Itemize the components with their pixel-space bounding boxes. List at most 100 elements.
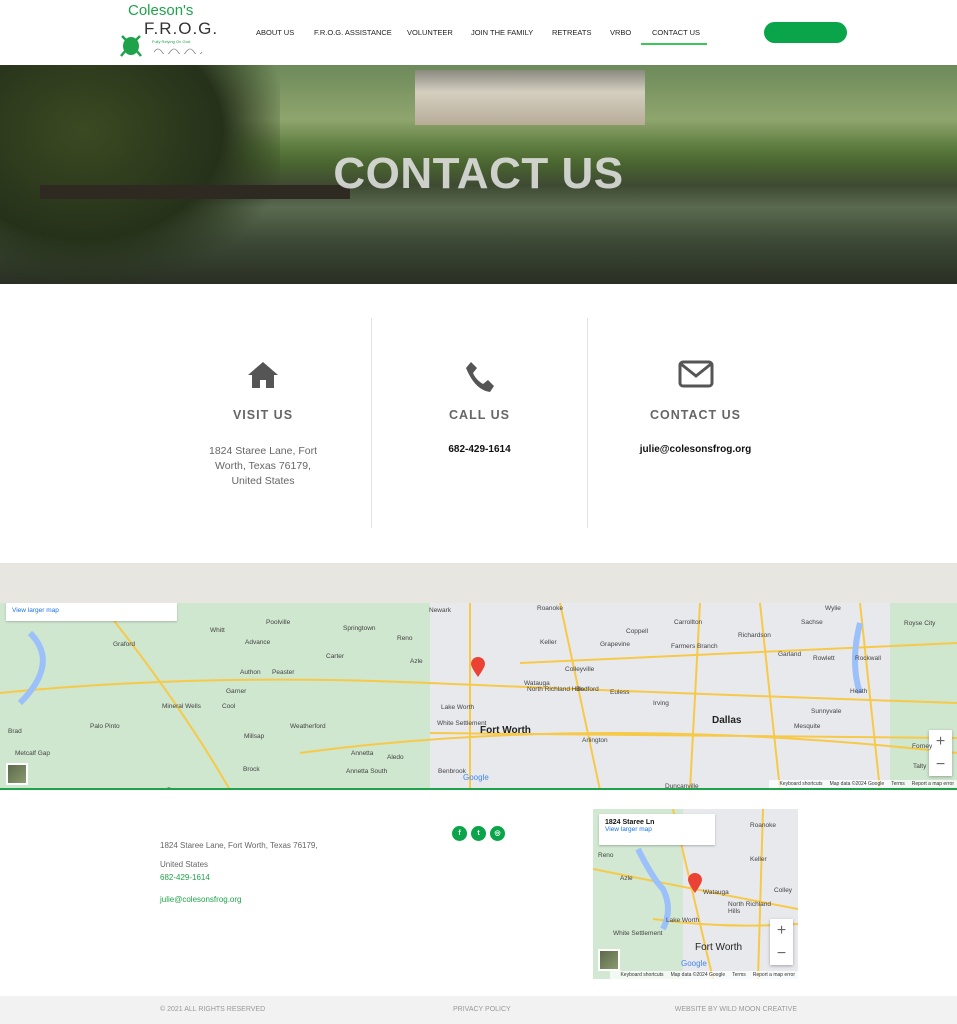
- map-label: White Settlement: [613, 930, 663, 937]
- nav-retreats[interactable]: RETREATS: [552, 28, 591, 37]
- footer-email[interactable]: julie@colesonsfrog.org: [160, 895, 242, 904]
- nav-join-the-family[interactable]: JOIN THE FAMILY: [471, 28, 533, 37]
- call-us-heading: CALL US: [449, 408, 510, 422]
- map-label: Springtown: [343, 625, 376, 632]
- map-label: Azle: [620, 875, 633, 882]
- facebook-icon[interactable]: f: [452, 826, 467, 841]
- map-data-text: Map data ©2024 Google: [670, 972, 726, 978]
- credit-link[interactable]: WEBSITE BY WILD MOON CREATIVE: [675, 1006, 797, 1013]
- map-label: Garner: [226, 688, 247, 695]
- map-label: Keller: [540, 639, 557, 646]
- zoom-in-button[interactable]: +: [770, 919, 793, 942]
- hero-banner: CONTACT US: [0, 65, 957, 284]
- visit-us-address: 1824 Staree Lane, Fort Worth, Texas 7617…: [209, 445, 317, 487]
- zoom-in-button[interactable]: +: [929, 730, 952, 753]
- footer-address: 1824 Staree Lane, Fort Worth, Texas 7617…: [160, 841, 318, 869]
- view-larger-map-link[interactable]: View larger map: [605, 826, 652, 833]
- map-label: Watauga: [703, 889, 729, 896]
- map-label: Colley: [774, 887, 793, 894]
- map-label: Irving: [653, 700, 669, 707]
- google-logo: Google: [463, 773, 489, 782]
- bottom-bar: © 2021 ALL RIGHTS RESERVED PRIVACY POLIC…: [0, 996, 957, 1024]
- report-error-link[interactable]: Report a map error: [912, 781, 954, 787]
- visit-us-column: VISIT US 1824 Staree Lane, Fort Worth, T…: [155, 318, 371, 528]
- view-larger-map-link[interactable]: View larger map: [6, 603, 177, 621]
- map-label: Euless: [610, 689, 630, 696]
- map-label: Mesquite: [794, 723, 821, 730]
- map-label: Garland: [778, 651, 802, 658]
- map-zoom-controls: + −: [770, 919, 793, 965]
- map-label: Peaster: [272, 669, 295, 676]
- map-label: Richardson: [738, 632, 771, 639]
- copyright: © 2021 ALL RIGHTS RESERVED: [160, 1006, 266, 1013]
- map-label: Wylie: [825, 605, 841, 612]
- map-label: Reno: [598, 852, 614, 859]
- terms-link[interactable]: Terms: [732, 972, 746, 978]
- place-infobox: 1824 Staree Ln View larger map: [599, 814, 715, 845]
- map-label: Talty: [913, 763, 927, 770]
- contact-columns: VISIT US 1824 Staree Lane, Fort Worth, T…: [155, 318, 803, 528]
- map-label: Carrollton: [674, 619, 703, 626]
- map-label: Benbrook: [438, 768, 466, 775]
- map-label: Advance: [245, 639, 271, 646]
- satellite-toggle[interactable]: [598, 949, 620, 971]
- phone-icon: [372, 360, 587, 392]
- map-label: Lake Worth: [441, 704, 475, 711]
- map-label: Brock: [243, 766, 260, 773]
- active-nav-indicator: [641, 43, 707, 45]
- map-label: Duncanville: [665, 783, 699, 790]
- terms-link[interactable]: Terms: [891, 781, 905, 787]
- footer-phone[interactable]: 682-429-1614: [160, 873, 210, 882]
- contact-us-email[interactable]: julie@colesonsfrog.org: [588, 442, 803, 457]
- nav-frog-assistance[interactable]: F.R.O.G. ASSISTANCE: [314, 28, 392, 37]
- map-pin-icon[interactable]: [471, 657, 485, 677]
- nav-volunteer[interactable]: VOLUNTEER: [407, 28, 453, 37]
- envelope-icon: [588, 360, 803, 392]
- map-zoom-controls: + −: [929, 730, 952, 776]
- zoom-out-button[interactable]: −: [770, 942, 793, 965]
- nav-contact-us[interactable]: CONTACT US: [652, 28, 700, 37]
- logo[interactable]: Coleson's F.R.O.G. Fully Relying On God: [116, 2, 217, 62]
- map-label: Coppell: [626, 628, 649, 635]
- logo-acronym: F.R.O.G.: [144, 19, 219, 38]
- map-label: Authon: [240, 669, 261, 676]
- map-label: Annetta South: [346, 768, 388, 775]
- footer-map[interactable]: Roanoke Reno Keller Azle Colley Watauga North …: [593, 809, 798, 979]
- map-label: Rockwall: [855, 655, 882, 662]
- map-label: Azle: [410, 658, 423, 665]
- map-label: Roanoke: [750, 822, 777, 829]
- home-icon: [155, 360, 371, 392]
- privacy-policy-link[interactable]: PRIVACY POLICY: [453, 1006, 511, 1013]
- map-label: Fort Worth: [480, 725, 531, 736]
- map-label: Whitt: [210, 627, 225, 634]
- satellite-toggle[interactable]: [6, 763, 28, 785]
- call-us-phone[interactable]: 682-429-1614: [372, 442, 587, 457]
- map-label: Sunnyvale: [811, 708, 842, 715]
- map-label: Heath: [850, 688, 868, 695]
- google-map[interactable]: View larger map + − Google Keyboard short…: [0, 603, 957, 790]
- map-label: Fort Worth: [695, 942, 743, 953]
- report-error-link[interactable]: Report a map error: [753, 972, 795, 978]
- map-label: North Richland Hills: [728, 901, 771, 915]
- twitter-icon[interactable]: t: [471, 826, 486, 841]
- map-label: Dallas: [712, 715, 742, 726]
- map-pin-icon[interactable]: [688, 873, 702, 893]
- map-label: Cool: [222, 703, 236, 710]
- visit-us-heading: VISIT US: [232, 408, 294, 422]
- instagram-icon[interactable]: ◎: [490, 826, 505, 841]
- logo-tagline: Fully Relying On God: [152, 39, 191, 44]
- contact-us-column: CONTACT US julie@colesonsfrog.org: [587, 318, 803, 528]
- logo-name: Coleson's: [128, 2, 194, 19]
- cta-button[interactable]: [764, 22, 847, 43]
- keyboard-shortcuts-link[interactable]: Keyboard shortcuts: [779, 781, 822, 787]
- map-label: Rowlett: [813, 655, 835, 662]
- map-label: Grapevine: [600, 641, 630, 648]
- nav-about-us[interactable]: ABOUT US: [256, 28, 294, 37]
- place-name: 1824 Staree Ln: [605, 819, 655, 826]
- keyboard-shortcuts-link[interactable]: Keyboard shortcuts: [620, 972, 663, 978]
- call-us-column: CALL US 682-429-1614: [371, 318, 587, 528]
- map-label: Colleyville: [565, 666, 595, 673]
- map-label: Keller: [750, 856, 767, 863]
- nav-vrbo[interactable]: VRBO: [610, 28, 631, 37]
- zoom-out-button[interactable]: −: [929, 753, 952, 776]
